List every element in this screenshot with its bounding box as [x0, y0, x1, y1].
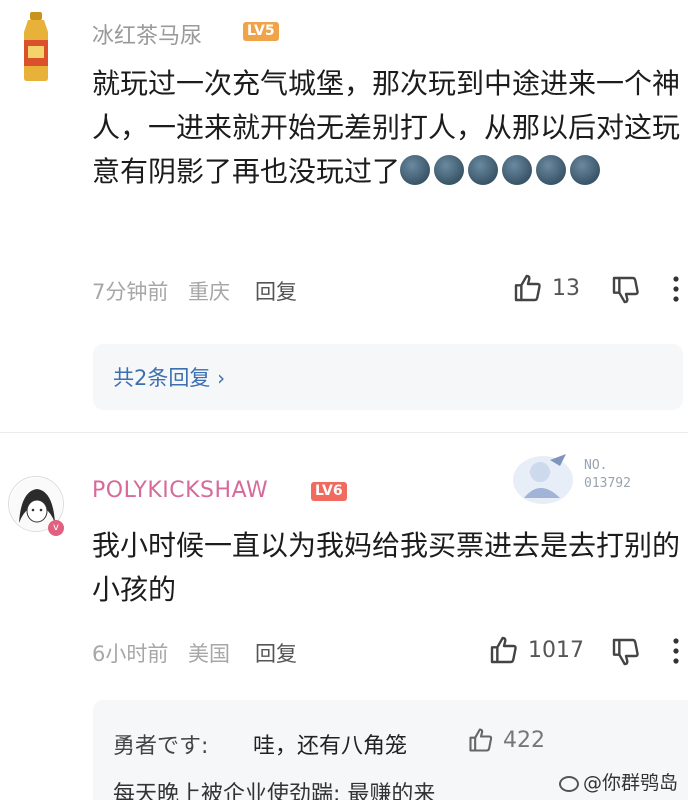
view-replies-link[interactable]: 共2条回复 › [113, 362, 225, 392]
username[interactable]: 冰红茶马尿 [92, 18, 202, 50]
comment-body: 就玩过一次充气城堡，那次玩到中途进来一个神人，一进来就开始无差别打人，从那以后对… [92, 62, 682, 194]
comment-text: 我小时候一直以为我妈给我买票进去是去打别的小孩的 [92, 529, 681, 606]
emoji-group [400, 155, 604, 188]
weibo-logo-icon [558, 775, 579, 792]
sub-reply-text: 哇，还有八角笼 [253, 734, 408, 759]
moon-face-icon [536, 155, 567, 185]
more-options-icon[interactable] [670, 636, 682, 666]
moon-face-icon [434, 155, 465, 185]
comment-1: 冰红茶马尿 LV5 就玩过一次充气城堡，那次玩到中途进来一个神人，一进来就开始无… [0, 0, 688, 432]
iced-tea-bottle-icon [24, 12, 48, 81]
thumbs-up-icon[interactable] [467, 726, 495, 754]
weibo-watermark: @你群鸮岛 [558, 768, 678, 795]
reply-button[interactable]: 回复 [255, 276, 297, 306]
moon-face-icon [468, 155, 499, 185]
like-count: 13 [552, 276, 580, 301]
moon-face-icon [570, 155, 601, 185]
location: 重庆 [188, 280, 230, 304]
like-count: 1017 [528, 638, 584, 663]
comment-body: 我小时候一直以为我妈给我买票进去是去打别的小孩的 [92, 524, 682, 612]
badge-label: NO. [584, 458, 608, 473]
thumbs-down-icon[interactable] [610, 274, 642, 306]
username[interactable]: POLYKICKSHAW [92, 478, 268, 503]
view-replies-label: 共2条回复 [113, 366, 211, 390]
sub-reply-text: 每天晚上被企业使劲踹: 最赚的来 [113, 782, 436, 800]
replies-box[interactable]: 共2条回复 › [93, 344, 683, 410]
avatar[interactable] [14, 10, 58, 82]
thumbs-down-icon[interactable] [610, 636, 642, 668]
anime-character-badge-icon [513, 454, 573, 504]
sub-reply-likes: 422 [503, 728, 545, 753]
moon-face-icon [400, 155, 431, 185]
verified-icon: v [48, 520, 64, 536]
badge-number: 013792 [584, 476, 631, 491]
level-badge: LV5 [243, 22, 279, 41]
thumbs-up-icon[interactable] [512, 272, 544, 304]
timestamp: 6小时前 [92, 642, 169, 666]
more-options-icon[interactable] [670, 274, 682, 304]
watermark-text: @你群鸮岛 [582, 772, 678, 794]
thumbs-up-icon[interactable] [488, 634, 520, 666]
timestamp: 7分钟前 [92, 280, 169, 304]
sub-reply-author[interactable]: 勇者です: [113, 728, 208, 760]
chevron-right-icon: › [217, 366, 226, 390]
moon-face-icon [502, 155, 533, 185]
reply-button[interactable]: 回复 [255, 638, 297, 668]
level-badge: LV6 [311, 482, 347, 501]
collection-badge[interactable]: NO. 013792 [510, 450, 660, 508]
location: 美国 [188, 642, 230, 666]
